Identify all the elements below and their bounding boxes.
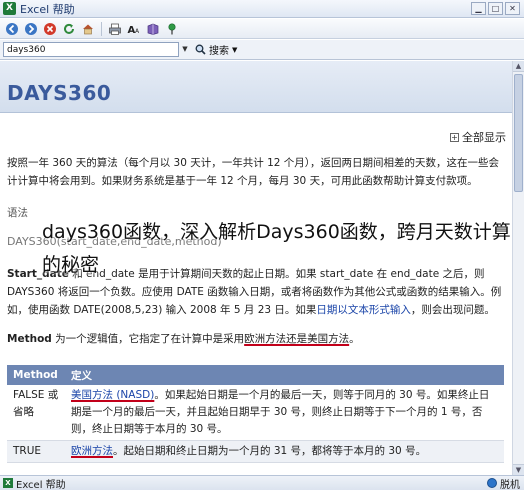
- eu-method-link[interactable]: 欧洲方法: [71, 445, 113, 457]
- forward-icon[interactable]: [23, 21, 39, 37]
- font-size-icon[interactable]: AA: [126, 21, 142, 37]
- date-text-link[interactable]: 日期以文本形式输入: [316, 304, 411, 316]
- status-bar: X Excel 帮助 脱机: [0, 475, 524, 490]
- vertical-scrollbar[interactable]: ▲ ▼: [512, 61, 524, 475]
- intro-paragraph: 按照一年 360 天的算法（每个月以 30 天计，一年共计 12 个月），返回两…: [7, 157, 500, 187]
- article-banner: DAYS360: [0, 61, 512, 113]
- article-title: DAYS360: [7, 81, 112, 105]
- scroll-up-arrow[interactable]: ▲: [513, 61, 524, 72]
- method-term: Method: [7, 333, 52, 345]
- status-left-text: Excel 帮助: [16, 479, 66, 490]
- excel-app-icon: X: [3, 2, 16, 15]
- show-all-link[interactable]: + 全部显示: [450, 129, 506, 145]
- scroll-thumb[interactable]: [514, 74, 523, 192]
- print-icon[interactable]: [107, 21, 123, 37]
- table-cell-method: FALSE 或省略: [7, 385, 65, 441]
- eu-method-text: 。起始日期和终止日期为一个月的 31 号，都将等于本月的 30 号。: [113, 445, 427, 457]
- table-cell-definition: 美国方法 (NASD)。如果起始日期是一个月的最后一天，则等于同月的 30 号。…: [65, 385, 504, 441]
- overlay-caption: days360函数，深入解析Days360函数，跨月天数计算的秘密: [42, 221, 511, 276]
- table-header-definition: 定义: [65, 365, 504, 385]
- offline-globe-icon: [487, 478, 497, 488]
- scroll-down-arrow[interactable]: ▼: [513, 464, 524, 475]
- help-content: DAYS360 + 全部显示 按照一年 360 天的算法（每个月以 30 天计，…: [0, 61, 512, 475]
- svg-text:A: A: [135, 28, 140, 35]
- title-bar: X Excel 帮助 ▁ □ ✕: [0, 0, 524, 18]
- home-icon[interactable]: [80, 21, 96, 37]
- us-method-link[interactable]: 美国方法 (NASD): [71, 389, 154, 401]
- excel-status-icon: X: [3, 478, 13, 488]
- method-table: Method 定义 FALSE 或省略 美国方法 (NASD)。如果起始日期是一…: [7, 365, 504, 463]
- table-row: FALSE 或省略 美国方法 (NASD)。如果起始日期是一个月的最后一天，则等…: [7, 385, 504, 441]
- status-right-text[interactable]: 脱机: [500, 476, 520, 490]
- table-row: TRUE 欧洲方法。起始日期和终止日期为一个月的 31 号，都将等于本月的 30…: [7, 440, 504, 463]
- method-text: 为一个逻辑值，它指定了在计算中是采用: [55, 333, 245, 345]
- search-dropdown-arrow[interactable]: ▼: [179, 42, 191, 57]
- search-button[interactable]: 搜索 ▼: [195, 42, 237, 57]
- search-button-label: 搜索: [209, 46, 229, 57]
- close-button[interactable]: ✕: [505, 2, 520, 15]
- start-date-suffix: ，则会出现问题。: [410, 304, 495, 316]
- method-paragraph: Method 为一个逻辑值，它指定了在计算中是采用欧洲方法还是美国方法。: [7, 330, 503, 348]
- toolbar-separator: [101, 21, 102, 36]
- chevron-down-icon: ▼: [232, 45, 238, 54]
- maximize-button[interactable]: □: [488, 2, 503, 15]
- book-icon[interactable]: [145, 21, 161, 37]
- method-end: 。: [349, 333, 360, 345]
- stop-icon[interactable]: [42, 21, 58, 37]
- search-bar: ▼ 搜索 ▼: [0, 40, 524, 60]
- table-cell-definition: 欧洲方法。起始日期和终止日期为一个月的 31 号，都将等于本月的 30 号。: [65, 440, 504, 463]
- pin-icon[interactable]: [164, 21, 180, 37]
- table-cell-method: TRUE: [7, 440, 65, 463]
- refresh-icon[interactable]: [61, 21, 77, 37]
- expand-plus-icon: +: [450, 132, 459, 142]
- table-header-method: Method: [7, 365, 65, 385]
- back-icon[interactable]: [4, 21, 20, 37]
- search-icon: [195, 44, 206, 55]
- search-input[interactable]: [3, 42, 179, 57]
- window-title: Excel 帮助: [20, 2, 75, 16]
- method-highlight: 欧洲方法还是美国方法: [244, 333, 350, 345]
- minimize-button[interactable]: ▁: [471, 2, 486, 15]
- show-all-label: 全部显示: [462, 131, 506, 144]
- toolbar: AA: [0, 19, 524, 39]
